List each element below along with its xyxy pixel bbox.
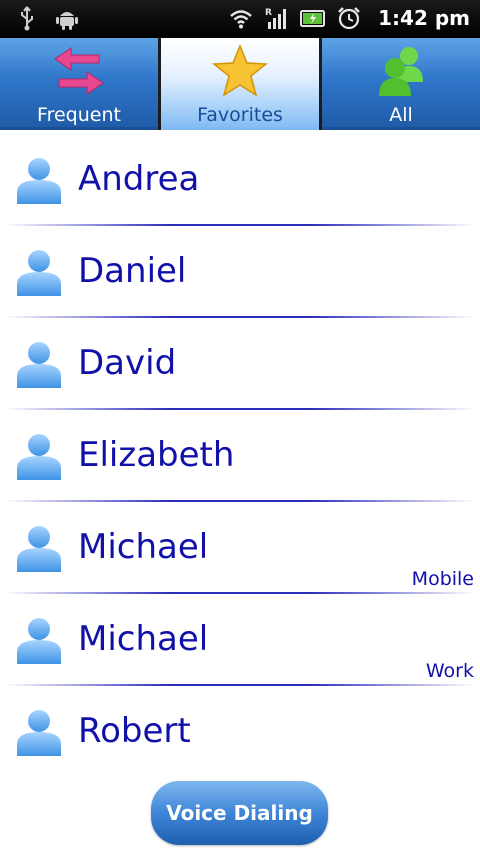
tab-bar: Frequent Favorites All [0, 38, 480, 130]
contact-row[interactable]: Andrea [0, 134, 480, 226]
tab-indicator [0, 127, 158, 130]
phone-type-label: Work [425, 660, 474, 682]
contact-name: Andrea [78, 159, 200, 199]
tab-label: All [389, 104, 413, 126]
contact-row[interactable]: Elizabeth [0, 410, 480, 502]
contact-row[interactable]: David [0, 318, 480, 410]
person-icon [17, 158, 61, 204]
person-icon [17, 526, 61, 572]
tab-indicator [322, 127, 480, 130]
phone-type-label: Mobile [411, 568, 474, 590]
roaming-signal-icon: R [265, 8, 287, 29]
contact-name: Michael [78, 527, 209, 567]
tab-frequent[interactable]: Frequent [0, 38, 161, 130]
tab-label: Favorites [197, 104, 283, 126]
wifi-icon [230, 10, 252, 29]
person-icon [17, 710, 61, 756]
tab-all[interactable]: All [322, 38, 480, 130]
contact-row[interactable]: Michael Mobile [0, 502, 480, 594]
usb-icon [21, 6, 33, 31]
tab-indicator [161, 127, 319, 130]
person-icon [17, 434, 61, 480]
contact-name: David [78, 343, 177, 383]
tab-favorites[interactable]: Favorites [161, 38, 322, 130]
contact-name: Daniel [78, 251, 187, 291]
star-icon [211, 44, 269, 97]
person-icon [17, 250, 61, 296]
clock-time: 1:42 pm [378, 6, 470, 30]
svg-text:R: R [265, 8, 272, 18]
alarm-icon [338, 7, 361, 30]
contact-row[interactable]: Robert [0, 686, 480, 778]
tab-label: Frequent [37, 104, 121, 126]
person-icon [17, 618, 61, 664]
person-icon [17, 342, 61, 388]
contact-row[interactable]: Daniel [0, 226, 480, 318]
status-bar: R 1:42 pm [0, 0, 480, 38]
contact-name: Elizabeth [78, 435, 235, 475]
voice-dialing-button[interactable]: Voice Dialing [151, 781, 328, 845]
favorites-list: Andrea Daniel David Elizabeth Michael Mo [0, 134, 480, 778]
contact-row[interactable]: Michael Work [0, 594, 480, 686]
android-debug-icon [56, 12, 78, 30]
contact-name: Michael [78, 619, 209, 659]
battery-icon [300, 10, 326, 27]
people-icon [379, 47, 423, 96]
swap-arrows-icon [54, 47, 104, 95]
contact-name: Robert [78, 711, 191, 751]
